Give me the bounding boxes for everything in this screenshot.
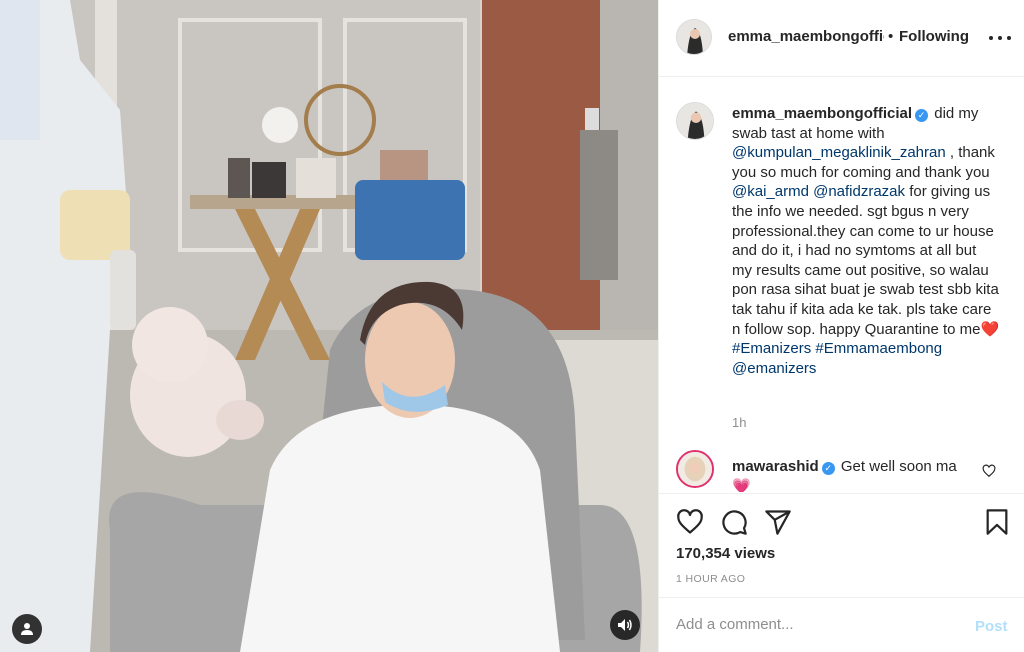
caption-text: emma_maembongofficial ✓ did my swab tast … [732, 104, 1000, 378]
comment-input[interactable] [676, 616, 956, 633]
speaker-icon [618, 619, 632, 631]
caption-avatar[interactable] [676, 102, 714, 140]
comment-icon[interactable] [720, 508, 748, 536]
post-header: emma_maembongofficial • Following [659, 0, 1024, 77]
author-avatar[interactable] [676, 19, 712, 55]
tagged-users-button[interactable] [12, 614, 42, 644]
profile-photo-icon [678, 452, 712, 486]
red-heart-emoji: ❤️ [980, 320, 1000, 338]
mention-link[interactable]: @nafidzrazak [813, 183, 905, 200]
mention-link[interactable]: @emanizers [732, 360, 816, 377]
commenter-username-link[interactable]: mawarashid [732, 458, 819, 475]
bookmark-icon[interactable] [983, 508, 1011, 536]
hashtag-link[interactable]: #Emanizers [732, 340, 811, 357]
comments-section[interactable]: emma_maembongofficial ✓ did my swab tast … [659, 78, 1024, 492]
post-video[interactable] [0, 0, 658, 652]
paper-plane-icon[interactable] [764, 508, 792, 536]
sound-toggle-button[interactable] [610, 610, 640, 640]
post-side-panel: emma_maembongofficial • Following emma_m… [658, 0, 1024, 652]
hashtag-link[interactable]: #Emmamaembong [815, 340, 942, 357]
verified-badge-icon: ✓ [821, 462, 835, 475]
verified-badge-icon: ✓ [915, 109, 929, 122]
posted-time[interactable]: 1 HOUR AGO [676, 573, 745, 585]
profile-photo-icon [677, 103, 713, 139]
caption-username-link[interactable]: emma_maembongofficial [732, 105, 912, 122]
commenter-avatar[interactable] [676, 450, 714, 488]
author-username-link[interactable]: emma_maembongofficial [728, 28, 884, 45]
comment-like-heart-icon[interactable] [982, 464, 996, 478]
video-frame [0, 0, 658, 652]
post-actions: 170,354 views 1 HOUR AGO [659, 493, 1024, 597]
user-icon [21, 623, 33, 635]
add-comment-form: Post [659, 597, 1024, 652]
comment-body: Get well soon ma [840, 458, 957, 475]
heart-icon[interactable] [676, 508, 704, 536]
profile-photo-icon [677, 20, 711, 54]
mention-link[interactable]: @kai_armd [732, 183, 809, 200]
comment-text: mawarashid ✓ Get well soon ma 💗 [732, 457, 972, 492]
views-count[interactable]: 170,354 views [676, 545, 775, 562]
mention-link[interactable]: @kumpulan_megaklinik_zahran [732, 144, 946, 161]
pink-heart-emoji: 💗 [732, 477, 751, 492]
more-options-button[interactable] [989, 30, 1011, 46]
separator-dot: • [888, 28, 894, 45]
caption-timestamp[interactable]: 1h [732, 415, 746, 430]
caption-body-4: for giving us the info we needed. sgt bg… [732, 183, 999, 338]
more-dots-icon [989, 36, 993, 40]
following-button[interactable]: Following [899, 28, 969, 45]
post-comment-button[interactable]: Post [975, 618, 1008, 635]
